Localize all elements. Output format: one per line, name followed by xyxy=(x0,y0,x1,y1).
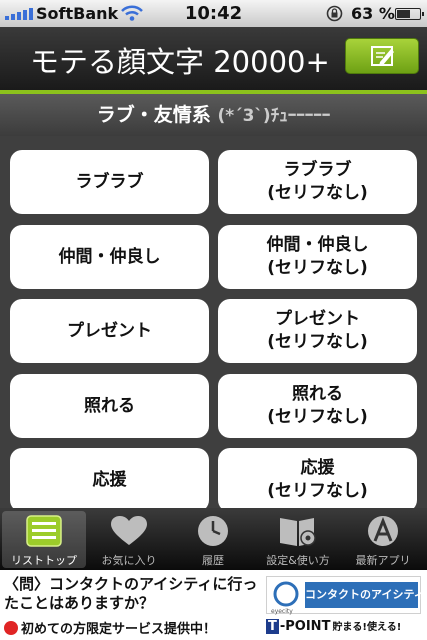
tpoint-mark: T xyxy=(266,619,279,634)
tab-label: 設定&使い方 xyxy=(266,554,330,567)
tab-list-top[interactable]: リストトップ xyxy=(2,511,86,568)
tab-label: 履歴 xyxy=(202,554,224,567)
ad-brand-logo: eyecity コンタクトのアイシティ xyxy=(266,576,425,615)
eyecity-logo-icon xyxy=(273,581,299,607)
category-button[interactable]: ラブラブ xyxy=(10,150,209,214)
ad-offer: 初めての方限定サービス提供中！ xyxy=(4,618,216,637)
app-title: モテる顔文字 20000+ xyxy=(30,45,330,79)
section-emoticon: (*´3`)ﾁｭｰｰｰｰｰ xyxy=(217,106,331,126)
offer-mark-icon xyxy=(4,621,18,635)
memo-pencil-icon xyxy=(371,46,394,66)
category-button[interactable]: プレゼント (セリフなし) xyxy=(218,299,417,363)
category-button[interactable]: 応援 xyxy=(10,448,209,508)
ad-offer-text: 初めての方限定サービス提供中！ xyxy=(21,622,217,637)
category-button[interactable]: ラブラブ (セリフなし) xyxy=(218,150,417,214)
tab-bar: リストトップ お気に入り 履歴 設定&使い方 最新アプリ xyxy=(0,508,427,570)
category-button[interactable]: 応援 (セリフなし) xyxy=(218,448,417,508)
tpoint-slogan: 貯まる!使える! xyxy=(332,622,402,633)
category-grid: ラブラブ ラブラブ (セリフなし) 仲間・仲良し 仲間・仲良し (セリフなし) … xyxy=(0,136,427,508)
navigation-bar: モテる顔文字 20000+ xyxy=(0,27,427,90)
tab-label: お気に入り xyxy=(101,554,157,567)
tab-favorites[interactable]: お気に入り xyxy=(87,511,171,568)
app-store-icon xyxy=(368,516,398,546)
tab-new-apps[interactable]: 最新アプリ xyxy=(341,511,425,568)
ad-brand-name: コンタクトのアイシティ xyxy=(305,582,425,608)
section-title: ラブ・友情系 xyxy=(96,104,211,126)
category-button[interactable]: プレゼント xyxy=(10,299,209,363)
tpoint-label: -POINT xyxy=(279,619,331,634)
tab-settings[interactable]: 設定&使い方 xyxy=(256,511,340,568)
tab-history[interactable]: 履歴 xyxy=(171,511,255,568)
category-button[interactable]: 仲間・仲良し xyxy=(10,225,209,289)
ad-question: 〈問〉コンタクトのアイシティに行ったことはありますか？ xyxy=(4,575,258,612)
tab-label: リストトップ xyxy=(11,554,77,567)
ad-banner[interactable]: 〈問〉コンタクトのアイシティに行ったことはありますか？ 初めての方限定サービス提… xyxy=(0,570,427,640)
category-button[interactable]: 仲間・仲良し (セリフなし) xyxy=(218,225,417,289)
section-header: ラブ・友情系 (*´3`)ﾁｭｰｰｰｰｰ xyxy=(0,94,427,136)
battery-percent: 63 % xyxy=(351,4,395,23)
battery-icon xyxy=(395,8,424,20)
ad-tpoint: T -POINT 貯まる!使える! xyxy=(266,618,401,634)
heart-icon xyxy=(111,516,147,545)
ad-brand-small: eyecity xyxy=(271,608,293,615)
list-icon xyxy=(26,515,62,547)
status-bar: SoftBank 10:42 63 % xyxy=(0,0,427,27)
tab-label: 最新アプリ xyxy=(355,554,411,567)
clock-icon xyxy=(198,516,228,546)
rotation-lock-icon xyxy=(326,5,343,22)
edit-button[interactable] xyxy=(345,38,419,74)
category-button[interactable]: 照れる xyxy=(10,374,209,438)
category-button[interactable]: 照れる (セリフなし) xyxy=(218,374,417,438)
book-gear-icon xyxy=(280,518,316,546)
